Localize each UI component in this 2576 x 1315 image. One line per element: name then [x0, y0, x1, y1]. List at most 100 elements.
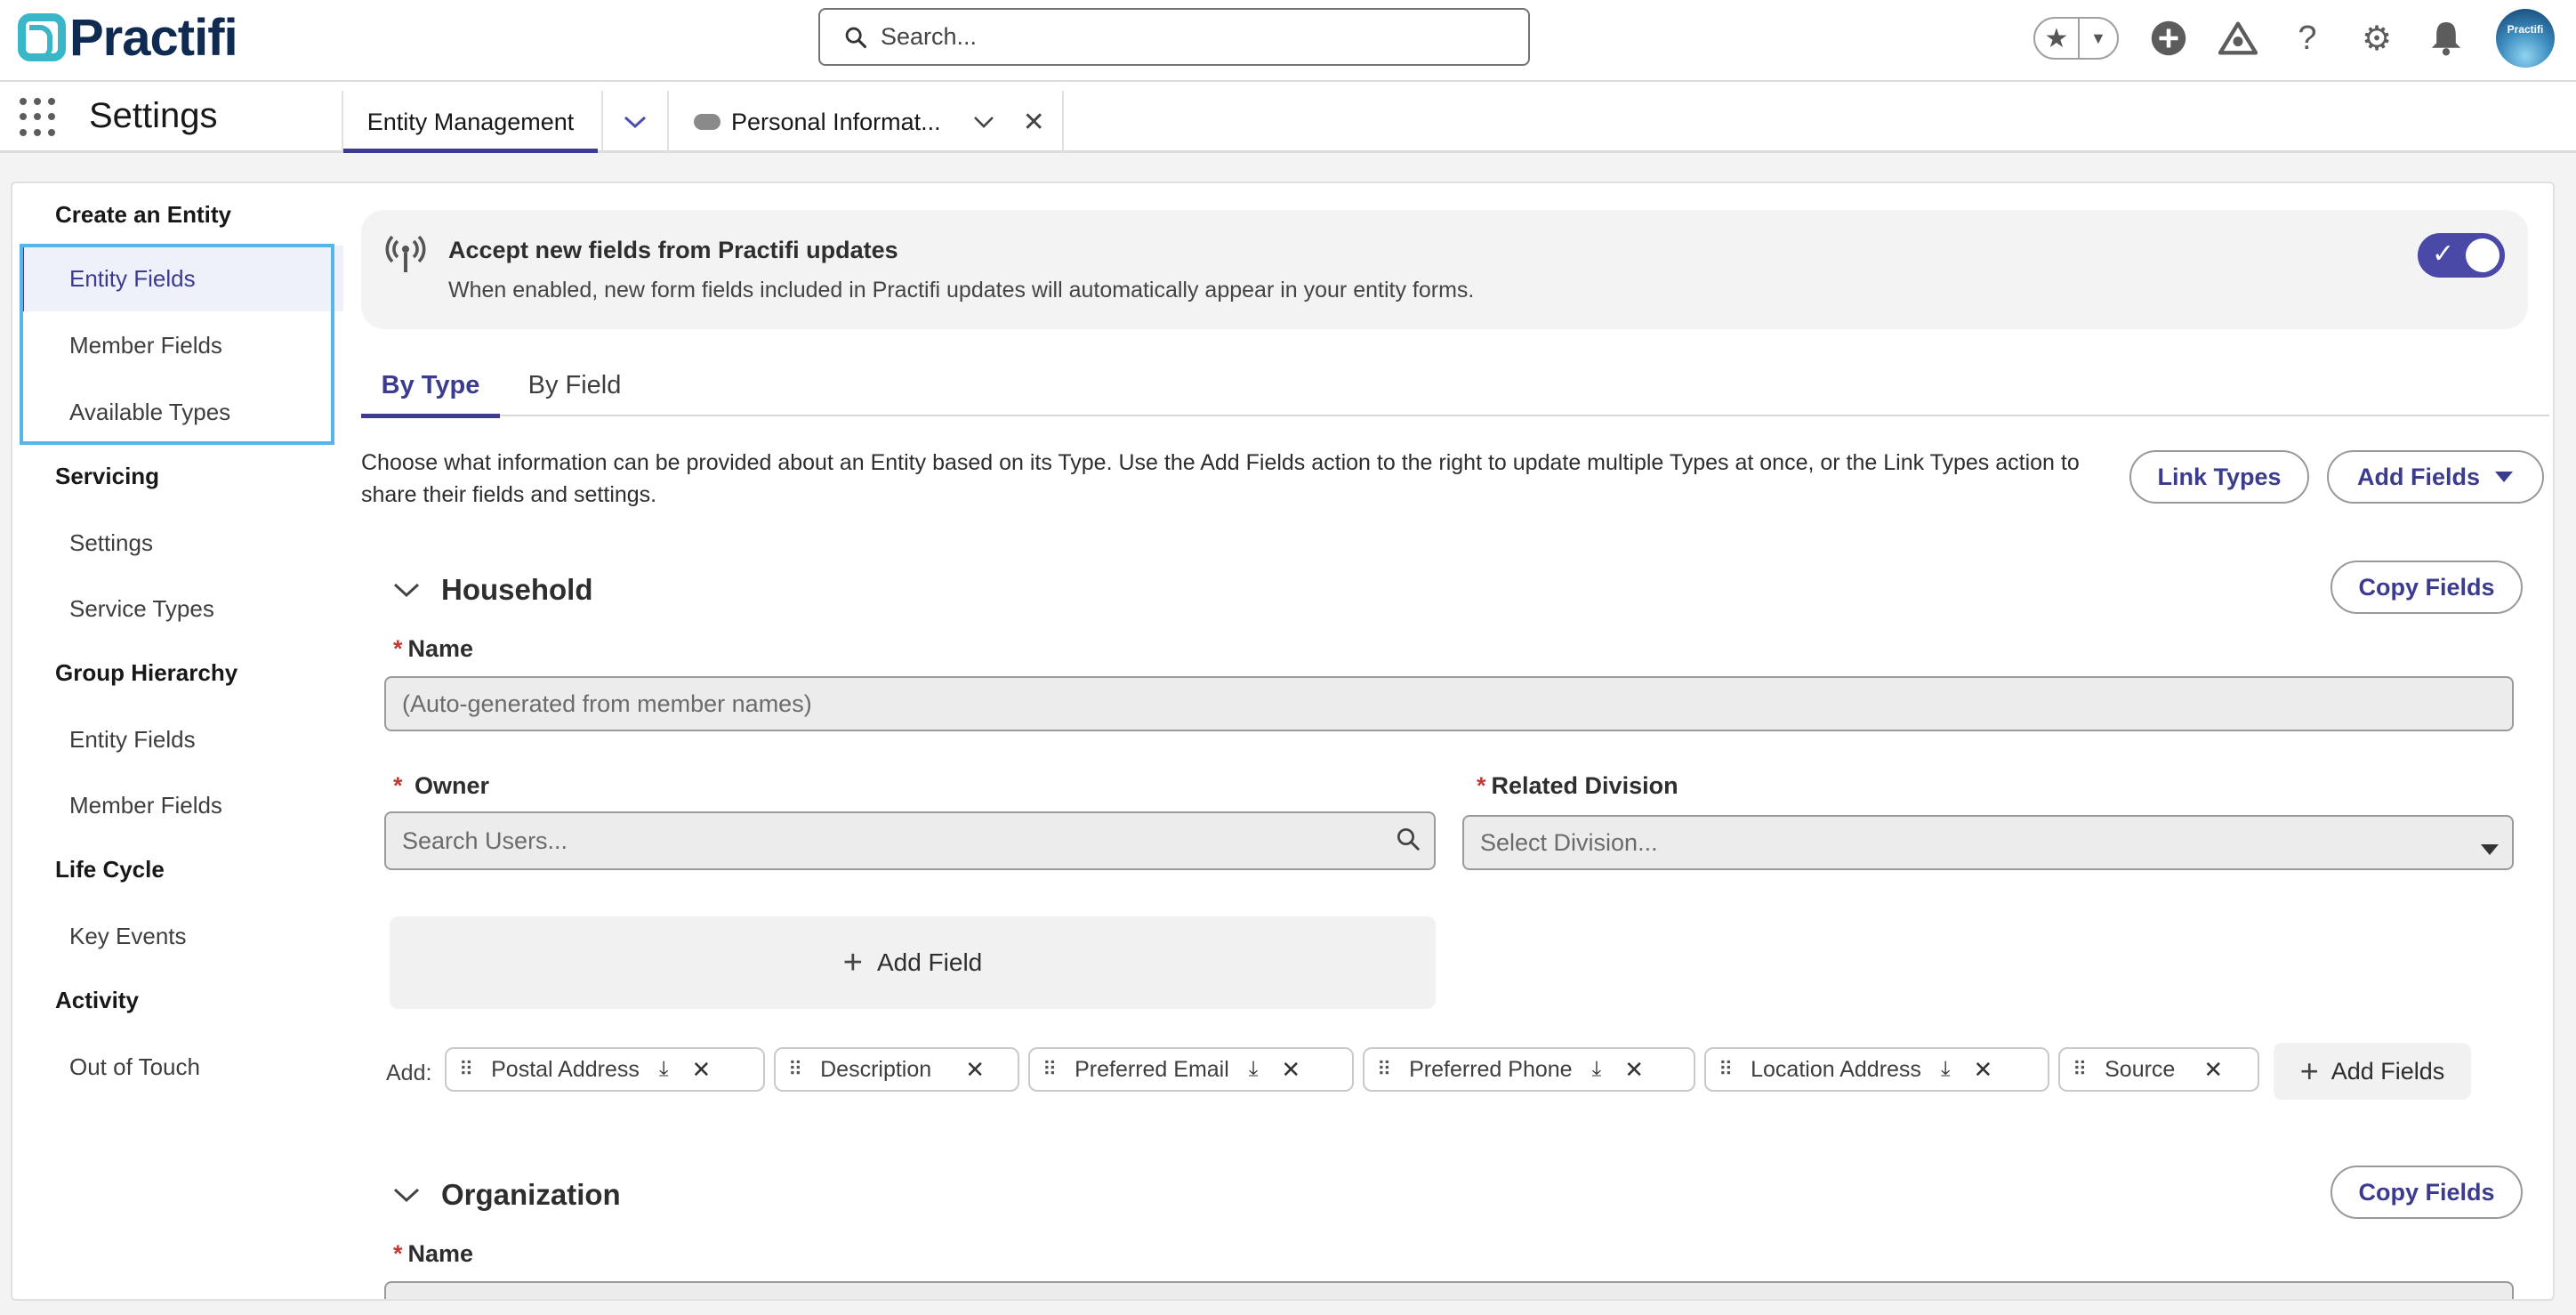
remove-icon[interactable]: ✕ — [1974, 1056, 1993, 1084]
field-placeholder: (Auto-generated from member names) — [402, 690, 812, 717]
section-title: Household — [441, 573, 593, 606]
download-icon[interactable]: ⤓ — [1249, 1057, 1259, 1082]
field-placeholder: Select Division... — [1480, 828, 1658, 856]
user-avatar[interactable]: Practifi — [2496, 9, 2555, 68]
organization-section-header[interactable]: Organization — [393, 1178, 621, 1212]
settings-card: Create an Entity Entity Fields Member Fi… — [11, 182, 2555, 1301]
sidebar-item-label: Service Types — [69, 594, 214, 622]
gear-icon[interactable]: ⚙ — [2357, 19, 2396, 58]
owner-search-field[interactable]: Search Users... — [384, 811, 1436, 870]
field-chip-postal-address[interactable]: ⠿ Postal Address ⤓ ✕ — [445, 1047, 765, 1092]
sidebar-item-out-of-touch[interactable]: Out of Touch — [20, 1034, 343, 1100]
tab-label: By Type — [381, 370, 480, 399]
sidebar-item-key-events[interactable]: Key Events — [20, 903, 343, 969]
tab-label: Entity Management — [366, 108, 575, 135]
tab-entity-management[interactable]: Entity Management — [342, 91, 598, 153]
sidebar-item-service-types[interactable]: Service Types — [20, 576, 343, 641]
entity-fields-content: Accept new fields from Practifi updates … — [361, 183, 2549, 1299]
drag-handle-icon[interactable]: ⠿ — [2073, 1058, 2087, 1081]
search-placeholder: Search... — [881, 23, 978, 50]
download-icon[interactable]: ⤓ — [1592, 1057, 1602, 1082]
banner-description: When enabled, new form fields included i… — [448, 278, 1475, 303]
drag-handle-icon[interactable]: ⠿ — [1377, 1058, 1391, 1081]
remove-icon[interactable]: ✕ — [965, 1056, 985, 1084]
close-tab-icon[interactable]: ✕ — [1023, 107, 1045, 138]
drag-handle-icon[interactable]: ⠿ — [1042, 1058, 1057, 1081]
sidebar-item-available-types[interactable]: Available Types — [20, 379, 343, 445]
tab-personal-information[interactable]: Personal Informat... ✕ — [672, 91, 1064, 153]
sidebar-item-group-entity-fields[interactable]: Entity Fields — [20, 706, 343, 772]
practifi-logo[interactable]: Practifi — [18, 9, 238, 67]
favorites-dropdown-icon[interactable]: ▼ — [2080, 19, 2117, 58]
tab-label: Personal Informat... — [731, 108, 941, 135]
drag-handle-icon[interactable]: ⠿ — [788, 1058, 802, 1081]
tab-entity-management-dropdown[interactable] — [601, 91, 669, 153]
global-add-icon[interactable] — [2149, 19, 2188, 58]
plus-icon: + — [2299, 1053, 2319, 1089]
field-chip-location-address[interactable]: ⠿ Location Address ⤓ ✕ — [1704, 1047, 2049, 1092]
related-division-label: * Related Division — [1477, 772, 1678, 799]
button-label: Copy Fields — [2358, 1178, 2495, 1206]
sidebar-item-member-fields[interactable]: Member Fields — [20, 312, 343, 378]
view-tabs: By Type By Field — [361, 354, 2549, 418]
tab-by-field[interactable]: By Field — [512, 354, 637, 416]
drag-handle-icon[interactable]: ⠿ — [459, 1058, 473, 1081]
chip-label: Location Address — [1751, 1056, 1921, 1082]
drag-handle-icon[interactable]: ⠿ — [1719, 1058, 1733, 1081]
trailhead-icon[interactable] — [2218, 19, 2258, 58]
caret-down-icon — [2480, 833, 2500, 863]
button-label: Add Field — [876, 948, 983, 976]
chevron-down-icon[interactable] — [973, 110, 994, 133]
add-fields-button[interactable]: Add Fields — [2327, 450, 2544, 504]
download-icon[interactable]: ⤓ — [1941, 1057, 1951, 1082]
practifi-logo-icon — [18, 13, 66, 61]
sidebar-item-settings[interactable]: Settings — [20, 510, 343, 576]
chip-label: Postal Address — [491, 1056, 640, 1082]
chip-label: Description — [820, 1056, 932, 1082]
global-search-input[interactable]: Search... — [818, 8, 1530, 66]
caret-down-icon — [2495, 472, 2513, 482]
banner-title: Accept new fields from Practifi updates — [448, 237, 898, 263]
sidebar-item-label: Member Fields — [69, 331, 222, 359]
notifications-bell-icon[interactable] — [2427, 19, 2466, 58]
favorites-star-icon[interactable]: ★ — [2035, 19, 2080, 58]
division-select[interactable]: Select Division... — [1462, 815, 2514, 870]
remove-icon[interactable]: ✕ — [692, 1056, 712, 1084]
link-types-button[interactable]: Link Types — [2129, 450, 2309, 504]
field-chip-description[interactable]: ⠿ Description ✕ — [774, 1047, 1019, 1092]
global-header: Practifi Search... ★ ▼ ? ⚙ Practifi — [0, 0, 2576, 82]
help-icon[interactable]: ? — [2288, 19, 2327, 58]
remove-icon[interactable]: ✕ — [2203, 1056, 2223, 1084]
accept-updates-toggle[interactable]: ✓ — [2418, 233, 2505, 278]
check-icon: ✓ — [2432, 239, 2455, 269]
field-chip-preferred-email[interactable]: ⠿ Preferred Email ⤓ ✕ — [1028, 1047, 1354, 1092]
tab-by-type[interactable]: By Type — [361, 354, 500, 418]
remove-icon[interactable]: ✕ — [1624, 1056, 1644, 1084]
field-chip-source[interactable]: ⠿ Source ✕ — [2058, 1047, 2259, 1092]
organization-name-field[interactable] — [384, 1281, 2514, 1299]
download-icon[interactable]: ⤓ — [659, 1057, 669, 1082]
add-field-button[interactable]: + Add Field — [390, 916, 1436, 1009]
sidebar-heading-servicing: Servicing — [55, 463, 160, 489]
button-label: Link Types — [2157, 463, 2282, 490]
app-launcher-icon[interactable] — [20, 98, 59, 137]
favorites-group: ★ ▼ — [2033, 17, 2119, 60]
plus-icon: + — [842, 943, 863, 981]
field-chip-preferred-phone[interactable]: ⠿ Preferred Phone ⤓ ✕ — [1363, 1047, 1695, 1092]
logo-text: Practifi — [69, 8, 238, 67]
copy-fields-button[interactable]: Copy Fields — [2330, 1166, 2523, 1219]
avatar-text: Practifi — [2507, 23, 2544, 36]
button-label: Copy Fields — [2358, 573, 2495, 601]
sidebar-item-entity-fields[interactable]: Entity Fields — [20, 246, 343, 311]
sidebar-item-label: Available Types — [69, 398, 231, 425]
remove-icon[interactable]: ✕ — [1281, 1056, 1300, 1084]
household-section-header[interactable]: Household — [393, 573, 593, 607]
chip-label: Preferred Phone — [1409, 1056, 1573, 1082]
sidebar-item-label: Out of Touch — [69, 1053, 200, 1080]
name-field[interactable]: (Auto-generated from member names) — [384, 676, 2514, 731]
sidebar-item-label: Key Events — [69, 922, 187, 949]
chevron-down-icon — [393, 583, 420, 598]
sidebar-item-group-member-fields[interactable]: Member Fields — [20, 772, 343, 838]
copy-fields-button[interactable]: Copy Fields — [2330, 561, 2523, 614]
add-fields-chip-button[interactable]: + Add Fields — [2274, 1043, 2471, 1100]
